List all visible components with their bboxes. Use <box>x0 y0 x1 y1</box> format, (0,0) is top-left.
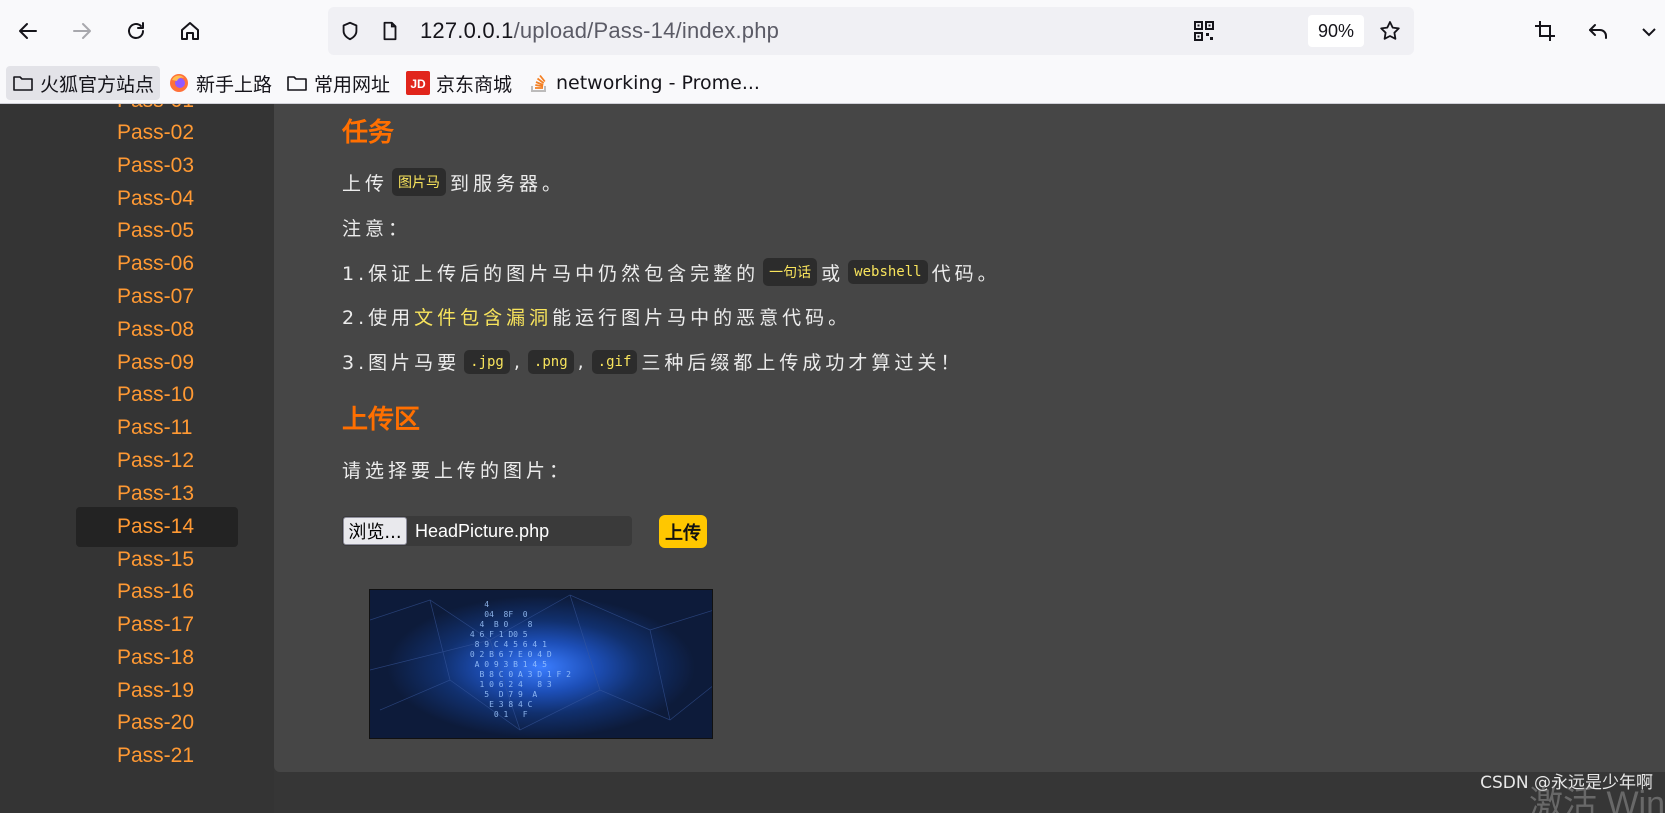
code-gif: .gif <box>591 349 638 374</box>
jd-icon: JD <box>406 71 430 95</box>
task-text: 上传 <box>342 172 389 195</box>
bookmark-label: networking - Prome... <box>556 72 760 94</box>
bookmark-firefox-official[interactable]: 火狐官方站点 <box>6 66 161 100</box>
note-label: 注意： <box>342 218 412 240</box>
note-text: 代码。 <box>931 262 1001 285</box>
main-content: 任务 上传 图片马 到服务器。 注意： 1.保证上传后的图片马中仍然包含完整的 … <box>274 104 1665 772</box>
forward-arrow-icon <box>73 23 91 39</box>
overflow-icon <box>1642 28 1656 37</box>
note-text: 3.图片马要 <box>342 352 461 374</box>
star-icon[interactable] <box>1378 19 1402 43</box>
note-text: 2.使用 <box>342 307 415 329</box>
firefox-icon <box>170 74 188 92</box>
bookmark-label: 常用网址 <box>314 73 391 96</box>
bookmarks-bar: 火狐官方站点 新手上路 常用网址 JD 京东商城 networking - Pr… <box>0 62 1665 104</box>
back-arrow-icon <box>19 23 37 39</box>
bookmark-label: 新手上路 <box>196 73 273 96</box>
separator: , <box>513 350 524 373</box>
note-text: 或 <box>821 262 845 285</box>
file-inclusion-link[interactable]: 文件包含漏洞 <box>414 303 552 330</box>
bookmark-common-sites[interactable]: 常用网址 <box>280 66 396 100</box>
browser-toolbar: 127.0.0.1/upload/Pass-14/index.php 90% <box>0 0 1665 62</box>
qr-code-icon[interactable] <box>1192 19 1216 43</box>
home-icon <box>181 22 199 40</box>
folder-icon <box>13 76 33 91</box>
code-jpg: .jpg <box>464 349 510 374</box>
note-item-1: 1.保证上传后的图片马中仍然包含完整的 一句话 或 webshell 代码。 <box>342 258 1001 286</box>
selected-file-name: HeadPicture.php <box>415 520 550 541</box>
task-title: 任务 <box>342 118 395 148</box>
upload-button[interactable]: 上传 <box>659 515 707 548</box>
upload-title: 上传区 <box>342 405 421 435</box>
bookmark-label: 火狐官方站点 <box>40 73 155 96</box>
bookmark-label: 京东商城 <box>436 73 513 96</box>
bookmark-networking[interactable]: networking - Prome... <box>522 66 766 100</box>
url-bar[interactable]: 127.0.0.1/upload/Pass-14/index.php 90% <box>328 7 1414 55</box>
back-button[interactable] <box>10 13 46 49</box>
note-text: 三种后缀都上传成功才算过关！ <box>641 352 964 374</box>
shield-icon[interactable] <box>338 19 362 43</box>
crop-icon <box>1535 21 1555 41</box>
reload-button[interactable] <box>118 13 154 49</box>
url-path: /upload/Pass-14/index.php <box>513 18 780 43</box>
undo-button[interactable] <box>1580 13 1616 49</box>
page-info-icon[interactable] <box>378 19 402 43</box>
code-webshell: webshell <box>848 260 928 284</box>
folder-icon <box>287 76 307 91</box>
task-description: 上传 图片马 到服务器。 <box>342 168 565 196</box>
digital-pattern: 4 04 8F 0 4 B 0 8 4 6 F 1 D0 5 8 9 C 4 5… <box>469 600 571 719</box>
bookmark-getting-started[interactable]: 新手上路 <box>162 66 278 100</box>
svg-text:JD: JD <box>410 77 426 91</box>
reload-icon <box>128 22 144 39</box>
note-item-3: 3.图片马要 .jpg , .png , .gif 三种后缀都上传成功才算过关！ <box>342 348 963 375</box>
sidebar-item-pass-21[interactable]: Pass-21 <box>76 736 238 776</box>
file-input[interactable]: 浏览... HeadPicture.php <box>342 516 632 546</box>
sidebar: Pass-01 Pass-02 Pass-03 Pass-04 Pass-05 … <box>0 104 274 813</box>
upload-prompt: 请选择要上传的图片： <box>342 460 573 482</box>
note-text: 1.保证上传后的图片马中仍然包含完整的 <box>342 262 760 285</box>
url-host: 127.0.0.1 <box>420 18 514 43</box>
page-body: Pass-01 Pass-02 Pass-03 Pass-04 Pass-05 … <box>0 104 1665 813</box>
uploaded-image-preview: 4 04 8F 0 4 B 0 8 4 6 F 1 D0 5 8 9 C 4 5… <box>369 589 713 739</box>
forward-button[interactable] <box>64 13 100 49</box>
screenshot-crop-button[interactable] <box>1527 13 1563 49</box>
browse-button[interactable]: 浏览... <box>343 517 407 545</box>
home-button[interactable] <box>172 13 208 49</box>
bookmark-jd[interactable]: JD 京东商城 <box>400 66 518 100</box>
windows-activation-watermark: 激活 Win <box>1529 785 1665 813</box>
note-item-2: 2.使用 文件包含漏洞 能运行图片马中的恶意代码。 <box>342 303 851 330</box>
stackoverflow-icon <box>531 74 546 92</box>
separator: , <box>577 350 588 373</box>
task-text: 到服务器。 <box>450 172 566 195</box>
more-menu-button[interactable] <box>1633 13 1665 49</box>
undo-icon <box>1589 24 1607 39</box>
code-image-trojan: 图片马 <box>392 168 447 196</box>
url-text[interactable]: 127.0.0.1/upload/Pass-14/index.php <box>420 18 779 44</box>
note-text: 能运行图片马中的恶意代码。 <box>552 307 852 329</box>
zoom-level[interactable]: 90% <box>1308 15 1364 47</box>
code-png: .png <box>527 349 574 374</box>
code-one-liner: 一句话 <box>763 258 818 286</box>
